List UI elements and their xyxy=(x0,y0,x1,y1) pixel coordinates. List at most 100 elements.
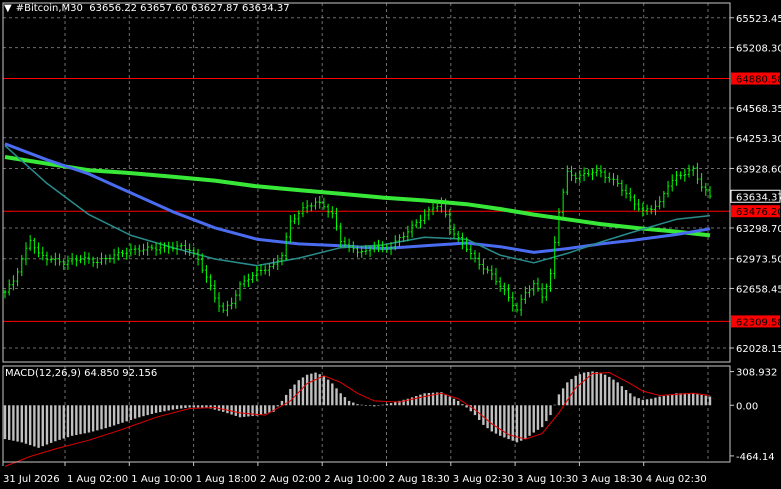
chart-window[interactable]: 65523.45 65208.30 64568.35 64253.30 63928.60… xyxy=(0,0,781,489)
macd-histogram-bar xyxy=(188,405,191,408)
macd-histogram-bar xyxy=(301,377,305,406)
time-tick-label: 2 Aug 10:00 xyxy=(324,474,385,485)
macd-histogram-bar xyxy=(389,403,393,406)
macd-histogram-bar xyxy=(671,394,674,406)
macd-histogram-bar xyxy=(679,393,682,406)
macd-histogram-bar xyxy=(129,405,133,420)
macd-histogram-bar xyxy=(423,393,426,406)
price-tick-label: 64568.35 xyxy=(736,104,781,115)
macd-histogram-bar xyxy=(201,405,204,408)
macd-histogram-bar xyxy=(289,388,292,406)
macd-histogram-bar xyxy=(482,405,485,425)
macd-histogram-bar xyxy=(184,405,187,408)
macd-histogram-bar xyxy=(305,374,309,406)
macd-histogram-bar xyxy=(268,405,271,413)
macd-histogram-bar xyxy=(335,388,338,406)
price-tick-label: 62658.45 xyxy=(736,284,781,295)
macd-histogram-bar xyxy=(603,374,607,406)
macd-histogram-bar xyxy=(360,404,363,406)
macd-histogram-bar xyxy=(381,404,384,406)
macd-histogram-bar xyxy=(7,405,11,440)
macd-histogram-bar xyxy=(142,405,145,417)
chart-menu-arrow-icon[interactable]: ▼ xyxy=(4,3,12,14)
time-tick-label: 3 Aug 18:30 xyxy=(581,474,642,485)
time-tick-label: 1 Aug 10:00 xyxy=(131,474,192,485)
macd-histogram-bar xyxy=(536,405,540,430)
macd-histogram-bar xyxy=(578,374,582,406)
macd-histogram-bar xyxy=(347,400,351,406)
macd-histogram-bar xyxy=(331,383,334,406)
time-tick-label: 1 Aug 18:00 xyxy=(196,474,257,485)
macd-histogram-bar xyxy=(230,405,233,415)
macd-histogram-bar xyxy=(79,405,82,435)
macd-histogram-bar xyxy=(629,393,632,406)
macd-histogram-bar xyxy=(37,405,40,448)
macd-histogram-bar xyxy=(368,405,372,406)
macd-histogram-bar xyxy=(12,405,15,441)
macd-histogram-bar xyxy=(415,396,418,406)
macd-histogram-bar xyxy=(322,375,326,406)
macd-histogram-bar xyxy=(419,394,422,406)
macd-histogram-bar xyxy=(87,405,91,433)
macd-histogram-bar xyxy=(440,392,443,406)
price-tick-label: 65208.30 xyxy=(736,44,781,55)
macd-histogram-bar xyxy=(33,405,36,447)
macd-histogram-bar xyxy=(624,390,628,406)
macd-tick-label: 0.00 xyxy=(736,401,758,412)
macd-histogram-bar xyxy=(662,396,666,406)
chart-header: ▼ #Bitcoin,M30 63656.22 63657.60 63627.87… xyxy=(4,3,290,14)
macd-histogram-bar xyxy=(263,405,267,414)
price-tick-label: 62028.15 xyxy=(736,344,781,355)
macd-histogram-bar xyxy=(549,405,552,416)
time-tick-label: 4 Aug 02:30 xyxy=(646,474,707,485)
macd-histogram-bar xyxy=(498,405,502,436)
time-tick-label: 2 Aug 18:30 xyxy=(389,474,450,485)
macd-histogram-bar xyxy=(16,405,19,442)
macd-histogram-bar xyxy=(196,405,200,408)
macd-histogram-bar xyxy=(532,405,535,433)
macd-histogram-bar xyxy=(91,405,95,432)
price-tick-label: 63298.70 xyxy=(736,224,781,235)
macd-histogram-bar xyxy=(222,405,225,412)
macd-histogram-bar xyxy=(104,405,107,429)
level-price-label[interactable]: 64880.58 xyxy=(736,75,781,86)
macd-histogram-bar xyxy=(557,394,561,406)
macd-histogram-bar xyxy=(457,400,460,406)
level-price-label[interactable]: 63476.20 xyxy=(736,207,781,218)
macd-histogram-bar xyxy=(486,405,489,429)
macd-histogram-bar xyxy=(561,388,565,406)
macd-histogram-bar xyxy=(675,393,678,406)
macd-histogram-bar xyxy=(494,405,498,434)
macd-histogram-bar xyxy=(138,405,141,418)
macd-histogram-bar xyxy=(700,394,703,406)
macd-histogram-bar xyxy=(326,379,330,406)
level-price-label[interactable]: 62309.58 xyxy=(736,317,781,328)
macd-histogram-bar xyxy=(314,372,317,406)
macd-histogram-bar xyxy=(620,386,624,406)
macd-histogram-bar xyxy=(352,402,355,406)
macd-histogram-bar xyxy=(582,372,586,406)
macd-histogram-bar xyxy=(133,405,137,419)
macd-histogram-bar xyxy=(461,404,464,406)
macd-histogram-bar xyxy=(41,405,44,447)
macd-histogram-bar xyxy=(545,405,548,422)
macd-histogram-bar xyxy=(171,405,175,410)
macd-histogram-bar xyxy=(410,397,414,406)
macd-histogram-bar xyxy=(641,399,645,406)
current-price-label: 63634.37 xyxy=(736,192,781,203)
macd-histogram-bar xyxy=(163,405,166,412)
macd-histogram-bar xyxy=(318,374,321,406)
macd-histogram-bar xyxy=(24,405,28,444)
macd-histogram-bar xyxy=(28,405,32,446)
macd-histogram-bar xyxy=(373,405,376,407)
macd-tick-label: 308.932 xyxy=(736,368,777,379)
macd-histogram-bar xyxy=(83,405,86,434)
macd-histogram-bar xyxy=(54,405,57,442)
macd-histogram-bar xyxy=(70,405,74,436)
macd-histogram-bar xyxy=(247,405,250,417)
macd-histogram-bar xyxy=(612,379,615,406)
macd-histogram-bar xyxy=(595,372,598,406)
macd-histogram-bar xyxy=(259,405,263,415)
macd-histogram-bar xyxy=(117,405,120,425)
macd-histogram-bar xyxy=(654,397,657,406)
